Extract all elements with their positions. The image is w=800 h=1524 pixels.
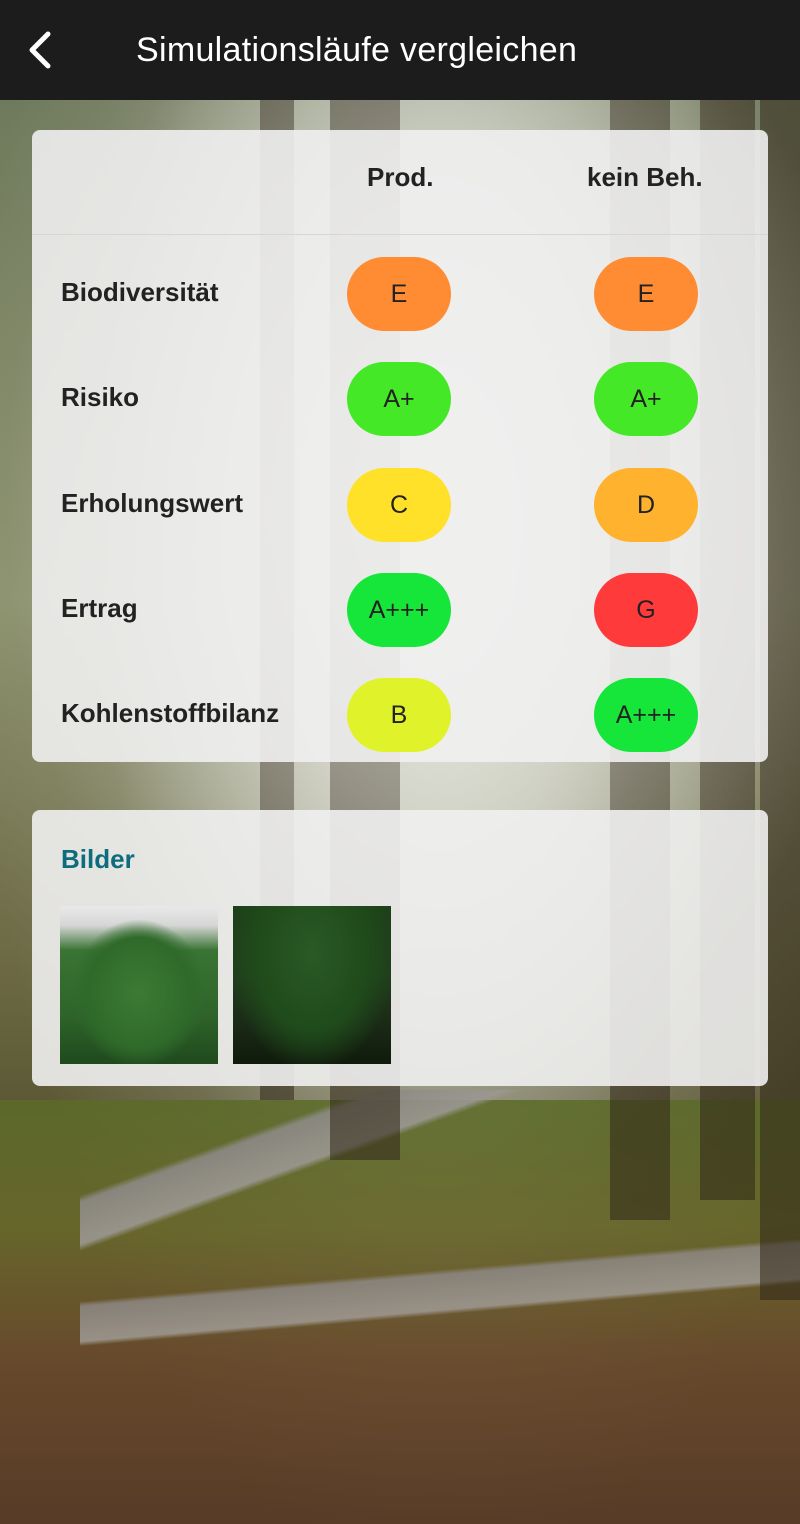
app-bar: Simulationsläufe vergleichen [0, 0, 800, 100]
grade-badge: A+++ [594, 678, 698, 752]
images-card: Bilder [32, 810, 768, 1086]
grade-badge: A+++ [347, 573, 451, 647]
grade-badge: G [594, 573, 698, 647]
grade-badge: D [594, 468, 698, 542]
comparison-row-biodiversitaet: Biodiversität E E [32, 257, 768, 331]
page-title: Simulationsläufe vergleichen [136, 30, 578, 69]
grade-badge: E [347, 257, 451, 331]
row-label: Biodiversität [61, 277, 219, 307]
row-label: Erholungswert [61, 488, 244, 518]
comparison-row-ertrag: Ertrag A+++ G [32, 573, 768, 647]
row-label: Kohlenstoffbilanz [61, 698, 280, 728]
comparison-row-erholungswert: Erholungswert C D [32, 468, 768, 542]
grade-badge: E [594, 257, 698, 331]
comparison-card: Prod. kein Beh. Biodiversität E E Risiko… [32, 130, 768, 762]
comparison-row-kohlenstoffbilanz: Kohlenstoffbilanz B A+++ [32, 678, 768, 752]
grade-badge: C [347, 468, 451, 542]
chevron-left-icon [29, 31, 51, 69]
comparison-row-risiko: Risiko A+ A+ [32, 362, 768, 436]
image-thumbnail[interactable] [233, 906, 391, 1064]
grade-badge: A+ [594, 362, 698, 436]
back-button[interactable] [0, 0, 80, 100]
row-label: Risiko [61, 382, 140, 412]
column-header-kein-beh: kein Beh. [587, 162, 703, 192]
images-heading: Bilder [61, 844, 135, 874]
image-thumbnail[interactable] [60, 906, 218, 1064]
column-header-prod: Prod. [367, 162, 434, 192]
comparison-header: Prod. kein Beh. [32, 130, 768, 235]
grade-badge: A+ [347, 362, 451, 436]
row-label: Ertrag [61, 593, 138, 623]
grade-badge: B [347, 678, 451, 752]
forest-trail [80, 1090, 800, 1524]
